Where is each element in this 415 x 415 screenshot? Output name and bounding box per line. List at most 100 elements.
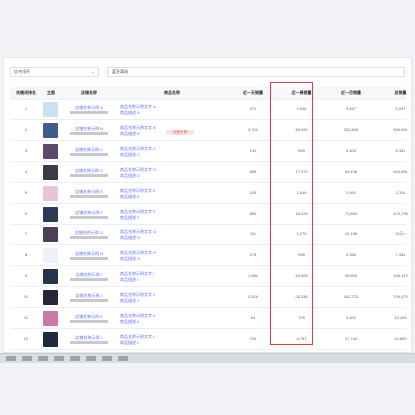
product-name-line2[interactable]: 商品描述 E (120, 194, 198, 200)
month-sales-value: 2,061 (345, 189, 356, 195)
taskbar-app-icon[interactable] (6, 356, 16, 361)
col-header-week-sales[interactable]: 近一周销量 (280, 87, 323, 99)
product-thumbnail[interactable] (43, 269, 58, 285)
product-name-line2[interactable]: 商品描述 A (120, 110, 198, 116)
total-sales-value: 5,037 (395, 106, 406, 111)
col-header-store: 店铺名称 (81, 90, 97, 95)
col-header-month-sales[interactable]: 近一月销量 (323, 87, 379, 99)
table-row[interactable]: 1 店铺名称示例 A 商品名称示例文字 A 商品描述 A 370 2,008 3,847 5,… (10, 100, 406, 120)
day-sales-value: 1,681 (247, 273, 258, 279)
store-subtitle (70, 215, 108, 219)
taskbar-app-icon[interactable] (22, 356, 32, 361)
rank-value: 3 (24, 147, 28, 153)
product-thumbnail[interactable] (43, 311, 58, 326)
product-thumbnail[interactable] (43, 185, 58, 201)
month-sales-value: 17,744 (344, 335, 358, 341)
sort-dropdown[interactable]: 综合排序 ⌄ (10, 67, 99, 77)
day-sales-value: 111 (249, 231, 257, 237)
product-name-line2[interactable]: 商品描述 K (120, 319, 198, 325)
product-thumbnail[interactable] (43, 206, 58, 222)
month-sales-value: 3,401 (345, 315, 356, 320)
taskbar-app-icon[interactable] (118, 356, 128, 361)
product-name-line2[interactable]: 商品描述 J (120, 298, 198, 304)
table-row[interactable]: 11 店铺名称示例 K 商品名称示例文字 K 商品描述 K 81 725 3,401 12,2… (10, 309, 407, 329)
rank-value: 4 (24, 168, 28, 174)
taskbar (0, 353, 415, 363)
table-row[interactable]: 12 店铺名称示例 L 商品名称示例文字 L 商品描述 L 794 4,797 17,744… (10, 329, 407, 350)
month-sales-value: 202,528 (343, 126, 359, 132)
day-sales-value: 154 (249, 189, 257, 195)
store-subtitle (70, 299, 108, 303)
week-sales-value: 17,973 (295, 168, 308, 174)
month-sales-value: 4,404 (345, 147, 356, 153)
total-sales-value: 644,651 (393, 168, 408, 174)
week-sales-value: 1,270 (296, 231, 307, 237)
taskbar-app-icon[interactable] (38, 356, 48, 361)
total-sales-value: 10万+ (395, 231, 406, 237)
sort-dropdown-label: 综合排序 (14, 69, 30, 74)
table-row[interactable]: 8 店铺名称示例 H 商品名称示例文字 H 商品描述 H 175 946 3,366 7,45… (10, 246, 406, 267)
rank-value: 7 (24, 231, 28, 237)
taskbar-app-icon[interactable] (70, 356, 80, 361)
table-row[interactable]: 4 店铺名称示例 D 商品名称示例文字 D 商品描述 D 896 17,973 93,438… (10, 162, 408, 183)
month-sales-value: 99,609 (344, 273, 358, 279)
col-header-total-sales[interactable]: 总销量 (379, 87, 415, 99)
product-thumbnail[interactable] (43, 248, 58, 264)
product-name-line2[interactable]: 商品描述 I (120, 277, 198, 283)
product-name-line2[interactable]: 商品描述 C (120, 152, 198, 158)
results-panel: 综合排序 ⌄ 蓝牙耳机 关键词排名 主图 店铺名称 商品名称 近一天销量 近一周… (3, 57, 412, 353)
product-name-line2[interactable]: 商品描述 L (120, 340, 198, 346)
search-input[interactable]: 蓝牙耳机 (107, 67, 405, 77)
product-thumbnail[interactable] (43, 227, 58, 243)
total-sales-value: 5,351 (395, 147, 406, 153)
day-sales-value: 896 (249, 168, 257, 174)
product-thumbnail[interactable] (43, 164, 58, 180)
total-sales-value: 106,113 (393, 273, 408, 279)
total-sales-value: 42,600 (394, 335, 407, 341)
rank-value: 10 (23, 294, 29, 300)
rank-value: 9 (24, 273, 28, 279)
product-thumbnail[interactable] (43, 290, 58, 306)
rank-value: 8 (24, 252, 28, 258)
taskbar-app-icon[interactable] (86, 356, 96, 361)
total-sales-value: 709,470 (393, 294, 408, 300)
store-subtitle (70, 340, 108, 344)
rank-value: 1 (24, 106, 28, 111)
store-subtitle (70, 111, 108, 114)
rank-value: 12 (23, 335, 29, 341)
table-row[interactable]: 10 店铺名称示例 J 商品名称示例文字 J 商品描述 J 2,614 28,336 163… (10, 288, 408, 309)
table-row[interactable]: 7 店铺名称示例 G 商品名称示例文字 G 商品描述 G 111 1,270 10,198 1… (10, 225, 406, 246)
total-sales-value: 7,454 (395, 252, 406, 258)
product-thumbnail[interactable] (43, 102, 58, 117)
month-sales-value: 3,366 (345, 252, 356, 258)
col-header-day-sales[interactable]: 近一天销量 (226, 87, 280, 99)
product-name-line2[interactable]: 商品描述 H (120, 256, 198, 262)
day-sales-value: 850 (249, 210, 257, 216)
table-row[interactable]: 5 店铺名称示例 E 商品名称示例文字 E 商品描述 E 154 1,046 2,061 2,… (10, 183, 406, 204)
product-tag-badge: 标签示例 (166, 129, 194, 135)
table-row[interactable]: 6 店铺名称示例 F 商品名称示例文字 F 商品描述 F 850 15,128 71,654… (10, 204, 408, 225)
store-subtitle (70, 236, 108, 240)
filter-bar: 综合排序 ⌄ 蓝牙耳机 (10, 67, 406, 77)
week-sales-value: 28,336 (295, 294, 308, 300)
col-header-product: 商品名称 (164, 90, 180, 95)
table-row[interactable]: 3 店铺名称示例 C 商品名称示例文字 C 商品描述 C 149 959 4,404 5,35… (10, 141, 406, 162)
product-name-line2[interactable]: 商品描述 D (120, 173, 198, 179)
col-header-rank[interactable]: 关键词排名 (10, 87, 42, 99)
product-name-line2[interactable]: 商品描述 F (120, 215, 198, 221)
store-subtitle (70, 173, 108, 177)
total-sales-value: 423,706 (393, 210, 408, 216)
month-sales-value: 10,198 (344, 231, 358, 237)
table-row[interactable]: 9 店铺名称示例 I 商品名称示例文字 I 商品描述 I 1,681 46,009 99,6… (10, 267, 408, 288)
table-row[interactable]: 2 店铺名称示例 B 商品名称示例文字 B 商品描述 B 标签示例 3,741 48,099… (10, 120, 408, 141)
store-subtitle (70, 131, 108, 135)
product-name-line2[interactable]: 商品描述 G (120, 235, 198, 241)
rank-value: 5 (24, 189, 28, 195)
taskbar-app-icon[interactable] (54, 356, 64, 361)
product-thumbnail[interactable] (43, 143, 58, 159)
rank-value: 6 (24, 210, 28, 216)
product-thumbnail[interactable] (43, 122, 58, 138)
month-sales-value: 3,847 (345, 106, 356, 111)
taskbar-app-icon[interactable] (102, 356, 112, 361)
product-thumbnail[interactable] (43, 331, 58, 347)
